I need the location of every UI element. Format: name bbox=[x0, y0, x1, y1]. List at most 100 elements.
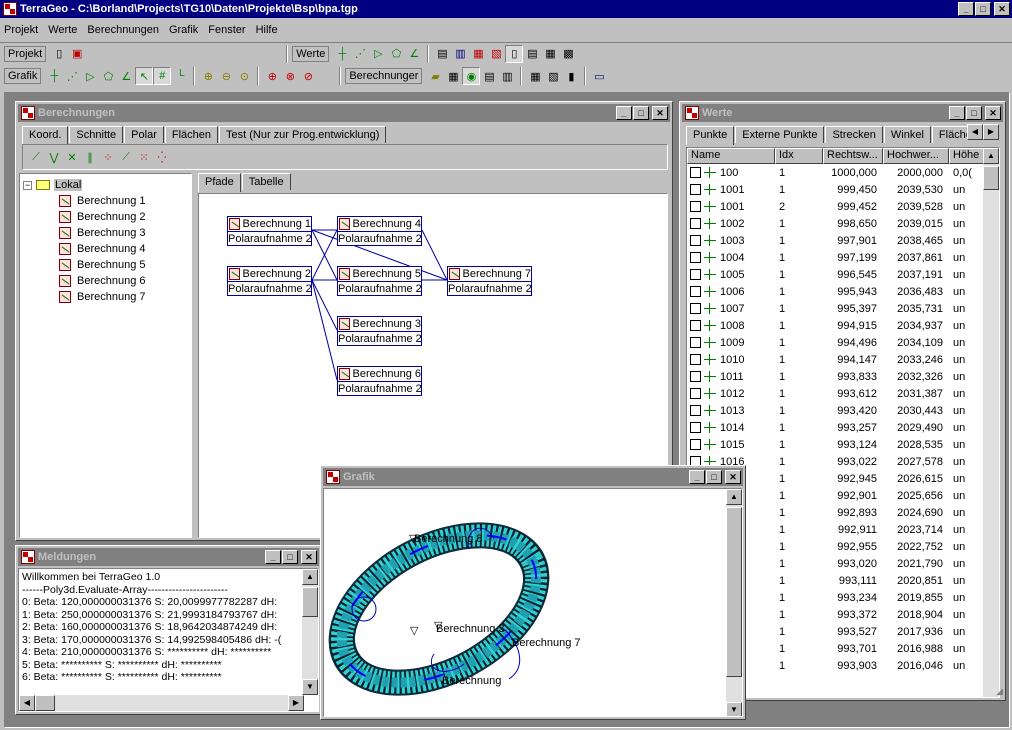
column-header[interactable]: Name bbox=[687, 148, 775, 164]
menu-werte[interactable]: Werte bbox=[48, 24, 77, 36]
close-button[interactable]: ✕ bbox=[994, 2, 1010, 16]
row-checkbox[interactable] bbox=[690, 354, 701, 366]
row-checkbox[interactable] bbox=[690, 337, 701, 349]
table-row[interactable]: 1003 1 997,901 2038,465 un bbox=[687, 232, 999, 249]
triangle-tool-icon[interactable]: ▷ bbox=[81, 67, 99, 85]
table-row[interactable]: 1001 1 999,450 2039,530 un bbox=[687, 181, 999, 198]
tree-item-berechnung[interactable]: Berechnung 2 bbox=[23, 209, 188, 225]
calc-node[interactable]: Berechnung 7 Polaraufnahme 2D bbox=[447, 266, 532, 296]
table-row[interactable]: 1011 1 993,833 2032,326 un bbox=[687, 368, 999, 385]
column-header[interactable]: Höhe bbox=[949, 148, 985, 164]
tree-item-berechnung[interactable]: Berechnung 7 bbox=[23, 289, 188, 305]
calc-tool-2-icon[interactable]: ⋁ bbox=[45, 148, 63, 166]
table-row[interactable]: 1002 1 998,650 2039,015 un bbox=[687, 215, 999, 232]
werte-minimize-button[interactable]: _ bbox=[949, 106, 965, 120]
calc-node[interactable]: Berechnung 3 Polaraufnahme 2D bbox=[337, 316, 422, 346]
calc-tool-5-icon[interactable]: ⁘ bbox=[99, 148, 117, 166]
calc-node[interactable]: Berechnung 1 Polaraufnahme 2D bbox=[227, 216, 312, 246]
menu-projekt[interactable]: Projekt bbox=[4, 24, 38, 36]
menu-berechnungen[interactable]: Berechnungen bbox=[87, 24, 159, 36]
grafik-title-bar[interactable]: Grafik _ □ ✕ bbox=[323, 468, 743, 486]
table-row[interactable]: 1012 1 993,612 2031,387 un bbox=[687, 385, 999, 402]
meldungen-close-button[interactable]: ✕ bbox=[301, 550, 317, 564]
tab-koord[interactable]: Koord. bbox=[22, 126, 69, 145]
points-scroll-thumb[interactable] bbox=[983, 166, 999, 190]
hscroll-thumb[interactable] bbox=[35, 695, 55, 711]
import-icon[interactable]: ▤ bbox=[433, 45, 451, 63]
delete-icon[interactable]: ▦ bbox=[469, 45, 487, 63]
info-icon[interactable]: ▮ bbox=[562, 67, 580, 85]
calc-tool-7-icon[interactable]: ⁙ bbox=[135, 148, 153, 166]
tab-externe-punkte[interactable]: Externe Punkte bbox=[735, 126, 825, 143]
row-checkbox[interactable] bbox=[690, 388, 701, 400]
meldungen-minimize-button[interactable]: _ bbox=[265, 550, 281, 564]
grafik-vscroll[interactable]: ▲ ▼ bbox=[726, 489, 742, 716]
tab-schnitte[interactable]: Schnitte bbox=[69, 126, 124, 143]
line-tool-icon[interactable]: ⋰ bbox=[63, 67, 81, 85]
resize-grip-icon[interactable]: ◢ bbox=[989, 684, 1003, 698]
grafik-close-button[interactable]: ✕ bbox=[725, 470, 741, 484]
points-vscroll[interactable]: ▲ bbox=[983, 148, 999, 697]
column-header[interactable]: Idx bbox=[775, 148, 823, 164]
tab-scroll-left-icon[interactable]: ◀ bbox=[967, 124, 983, 140]
polygon-icon[interactable]: ⬠ bbox=[387, 45, 405, 63]
calc-tool-6-icon[interactable]: ⟋ bbox=[117, 148, 135, 166]
zoom-window-icon[interactable]: ⊕ bbox=[263, 67, 281, 85]
tree-expand-icon[interactable]: ▧ bbox=[544, 67, 562, 85]
calc-tool-4-icon[interactable]: ∥ bbox=[81, 148, 99, 166]
menu-grafik[interactable]: Grafik bbox=[169, 24, 198, 36]
scroll-up-icon[interactable]: ▲ bbox=[302, 569, 318, 585]
calc-tool-8-icon[interactable]: ⁛ bbox=[153, 148, 171, 166]
subtab-tabelle[interactable]: Tabelle bbox=[241, 173, 291, 190]
angle-tool-icon[interactable]: ∠ bbox=[117, 67, 135, 85]
werte-maximize-button[interactable]: □ bbox=[966, 106, 982, 120]
berechnungen-window-icon[interactable] bbox=[21, 106, 35, 120]
minimize-button[interactable]: _ bbox=[958, 2, 974, 16]
open-folder-icon[interactable]: ▰ bbox=[426, 67, 444, 85]
calc-tool-3-icon[interactable]: ✕ bbox=[63, 148, 81, 166]
app-icon[interactable] bbox=[3, 2, 17, 16]
zoom-previous-icon[interactable]: ⊗ bbox=[281, 67, 299, 85]
scroll-left-icon[interactable]: ◀ bbox=[19, 695, 35, 711]
berechnungen-close-button[interactable]: ✕ bbox=[652, 106, 668, 120]
tab-punkte[interactable]: Punkte bbox=[686, 126, 735, 145]
meldungen-window-icon[interactable] bbox=[21, 550, 35, 564]
berechnungen-minimize-button[interactable]: _ bbox=[616, 106, 632, 120]
table-row[interactable]: 100 1 1000,000 2000,000 0,0( bbox=[687, 164, 999, 181]
polygon-tool-icon[interactable]: ⬠ bbox=[99, 67, 117, 85]
tree-root[interactable]: − Lokal bbox=[23, 177, 188, 193]
meldungen-maximize-button[interactable]: □ bbox=[282, 550, 298, 564]
target-icon[interactable]: ◉ bbox=[462, 67, 481, 85]
copy-icon[interactable]: ▥ bbox=[498, 67, 516, 85]
grafik-scroll-down-icon[interactable]: ▼ bbox=[726, 702, 742, 716]
tab-polar[interactable]: Polar bbox=[124, 126, 164, 143]
messages-hscroll[interactable]: ◀ ▶ bbox=[19, 695, 304, 711]
calc-tool-1-icon[interactable]: ⟋ bbox=[27, 148, 45, 166]
calc-node[interactable]: Berechnung 5 Polaraufnahme 2D bbox=[337, 266, 422, 296]
table-row[interactable]: 1013 1 993,420 2030,443 un bbox=[687, 402, 999, 419]
points-scroll-up-icon[interactable]: ▲ bbox=[983, 148, 999, 164]
menu-hilfe[interactable]: Hilfe bbox=[256, 24, 278, 36]
werte-title-bar[interactable]: Werte _ □ ✕ bbox=[682, 104, 1003, 122]
zoom-out-icon[interactable]: ⊖ bbox=[217, 67, 235, 85]
row-checkbox[interactable] bbox=[690, 320, 701, 332]
grafik-canvas[interactable]: Berechnung 8 Berechnung 3 Berechnung 7 B… bbox=[323, 488, 743, 717]
maximize-button[interactable]: □ bbox=[975, 2, 991, 16]
export-icon[interactable]: ▥ bbox=[451, 45, 469, 63]
tree-item-berechnung[interactable]: Berechnung 1 bbox=[23, 193, 188, 209]
grafik-maximize-button[interactable]: □ bbox=[706, 470, 722, 484]
zoom-all-icon[interactable]: ⊘ bbox=[299, 67, 317, 85]
calc-node[interactable]: Berechnung 6 Polaraufnahme 2D bbox=[337, 366, 422, 396]
zoom-fit-icon[interactable]: ⊙ bbox=[235, 67, 253, 85]
werte-close-button[interactable]: ✕ bbox=[985, 106, 1001, 120]
grafik-scroll-up-icon[interactable]: ▲ bbox=[726, 489, 742, 505]
table-row[interactable]: 1009 1 994,496 2034,109 un bbox=[687, 334, 999, 351]
edit-icon[interactable]: ▧ bbox=[487, 45, 505, 63]
scroll-thumb[interactable] bbox=[302, 587, 318, 617]
line-icon[interactable]: ⋰ bbox=[351, 45, 369, 63]
grafik-minimize-button[interactable]: _ bbox=[689, 470, 705, 484]
torus-3d-view[interactable]: Berechnung 8 Berechnung 3 Berechnung 7 B… bbox=[324, 489, 728, 717]
axis-tool-icon[interactable]: └ bbox=[171, 67, 189, 85]
table-row[interactable]: 1010 1 994,147 2033,246 un bbox=[687, 351, 999, 368]
document-icon[interactable]: ▯ bbox=[505, 44, 524, 63]
